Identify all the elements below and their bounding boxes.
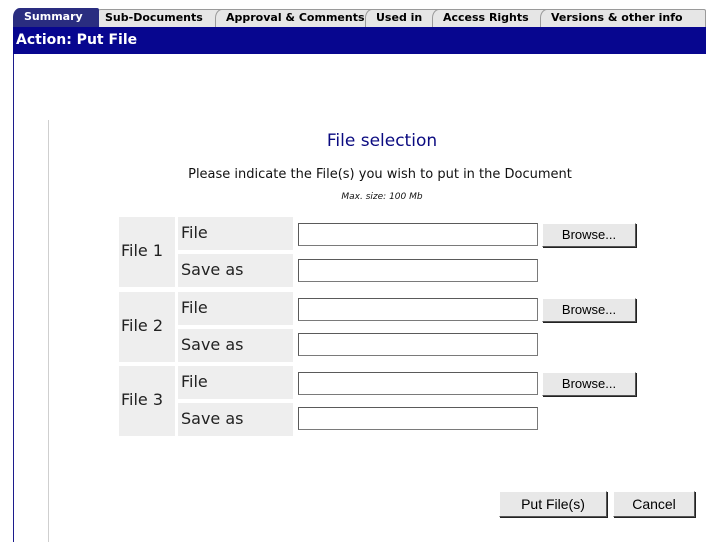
file-1-saveas-input[interactable]: [298, 259, 538, 282]
file-3-label: File 3: [119, 366, 175, 436]
frame-border: [13, 54, 14, 542]
tab-sub-documents[interactable]: Sub-Documents: [94, 9, 224, 27]
instruction-text: Please indicate the File(s) you wish to …: [188, 167, 572, 182]
file-3-browse-button[interactable]: Browse...: [542, 372, 636, 396]
file-3-file-label: File: [178, 366, 293, 399]
tab-versions-other-info[interactable]: Versions & other info: [540, 9, 706, 27]
file-1-path-input[interactable]: [298, 223, 538, 246]
file-2-label: File 2: [119, 292, 175, 362]
file-1-saveas-label: Save as: [178, 254, 293, 287]
file-3-saveas-input[interactable]: [298, 407, 538, 430]
divider: [48, 120, 49, 542]
max-size-note: Max. size: 100 Mb: [341, 192, 423, 202]
file-1-file-label: File: [178, 217, 293, 250]
tab-approval-comments[interactable]: Approval & Comments: [215, 9, 373, 27]
tab-summary[interactable]: Summary: [13, 8, 99, 27]
page-title: File selection: [326, 131, 438, 151]
tab-used-in[interactable]: Used in: [365, 9, 440, 27]
action-title: Action: Put File: [16, 32, 138, 48]
file-2-file-label: File: [178, 292, 293, 325]
cancel-button[interactable]: Cancel: [613, 491, 695, 517]
tab-access-rights[interactable]: Access Rights: [432, 9, 548, 27]
file-2-browse-button[interactable]: Browse...: [542, 298, 636, 322]
file-3-path-input[interactable]: [298, 372, 538, 395]
file-3-saveas-label: Save as: [178, 403, 293, 436]
file-1-label: File 1: [119, 217, 175, 287]
put-files-button[interactable]: Put File(s): [499, 491, 607, 517]
file-2-path-input[interactable]: [298, 298, 538, 321]
file-1-browse-button[interactable]: Browse...: [542, 223, 636, 247]
tab-bar: Sub-Documents Approval & Comments Used i…: [0, 0, 706, 27]
action-bar: Action: Put File: [13, 27, 706, 54]
file-2-saveas-input[interactable]: [298, 333, 538, 356]
file-2-saveas-label: Save as: [178, 329, 293, 362]
